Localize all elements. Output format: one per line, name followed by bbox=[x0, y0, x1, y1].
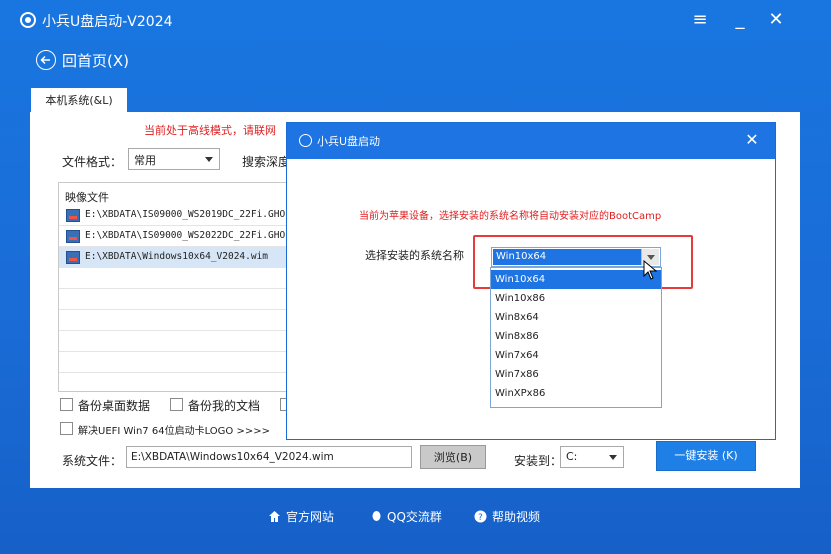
app-window: 小兵U盘启动-V2024 ≡ _ ✕ 回首页(X) 本机系统(&L) 当前处于高… bbox=[0, 0, 831, 554]
file-format-label: 文件格式： bbox=[62, 155, 123, 169]
system-name-dropdown: Win10x64 Win10x86 Win8x64 Win8x86 Win7x6… bbox=[490, 267, 662, 408]
selected-system: Win10x64 bbox=[493, 249, 641, 265]
dialog-logo-icon bbox=[299, 134, 312, 147]
bootcamp-dialog: 小兵U盘启动 ✕ 当前为苹果设备，选择安装的系统名称将自动安装对应的BootCa… bbox=[286, 122, 776, 440]
list-item[interactable]: E:\XBDATA\Windows10x64_V2024.wim bbox=[59, 247, 317, 268]
dialog-title-bar: 小兵U盘启动 ✕ bbox=[287, 123, 775, 159]
website-link[interactable]: 官方网站 bbox=[286, 508, 334, 525]
chevron-down-icon bbox=[609, 455, 617, 460]
dropdown-option[interactable]: Win10x86 bbox=[491, 289, 661, 308]
backup-desktop-checkbox[interactable] bbox=[60, 398, 73, 411]
qq-icon bbox=[372, 511, 381, 521]
title-bar: 小兵U盘启动-V2024 ≡ _ ✕ bbox=[0, 0, 831, 40]
qq-group-link[interactable]: QQ交流群 bbox=[387, 508, 442, 525]
offline-warning: 当前处于高线模式，请联网 bbox=[144, 124, 276, 137]
home-icon bbox=[269, 511, 280, 522]
dropdown-option[interactable]: WinXPx86 bbox=[491, 384, 661, 403]
help-icon: ? bbox=[474, 510, 487, 523]
close-icon[interactable]: ✕ bbox=[764, 8, 788, 32]
list-item[interactable] bbox=[59, 268, 317, 289]
install-to-label: 安装到： bbox=[514, 454, 563, 468]
svg-text:?: ? bbox=[478, 513, 483, 523]
list-item[interactable] bbox=[59, 289, 317, 310]
list-item[interactable] bbox=[59, 331, 317, 352]
dialog-close-icon[interactable]: ✕ bbox=[743, 131, 761, 149]
help-video-link[interactable]: 帮助视频 bbox=[492, 508, 540, 525]
tab-local-system[interactable]: 本机系统(&L) bbox=[31, 88, 127, 114]
file-format-select[interactable]: 常用 bbox=[128, 148, 220, 170]
disk-image-icon bbox=[66, 251, 80, 264]
mouse-cursor-icon bbox=[643, 260, 657, 280]
dropdown-option[interactable]: Win8x64 bbox=[491, 308, 661, 327]
app-logo-icon bbox=[20, 12, 36, 28]
dropdown-option[interactable]: Win7x64 bbox=[491, 346, 661, 365]
system-file-label: 系统文件： bbox=[62, 454, 123, 468]
back-arrow-icon bbox=[36, 50, 56, 70]
minimize-icon[interactable]: _ bbox=[728, 8, 752, 32]
chevron-down-icon bbox=[205, 157, 213, 162]
apple-device-warning: 当前为苹果设备，选择安装的系统名称将自动安装对应的BootCamp bbox=[359, 211, 662, 222]
dropdown-option[interactable]: Win8x86 bbox=[491, 327, 661, 346]
fix-uefi-label[interactable]: 解决UEFI Win7 64位启动卡LOGO >>>> bbox=[78, 422, 270, 437]
dropdown-option[interactable]: Win10x64 bbox=[491, 270, 661, 289]
backup-docs-checkbox[interactable] bbox=[170, 398, 183, 411]
fix-uefi-checkbox[interactable] bbox=[60, 422, 73, 435]
list-item[interactable] bbox=[59, 310, 317, 331]
list-item[interactable]: E:\XBDATA\IS09000_WS2022DC_22Fi.GHO bbox=[59, 226, 317, 247]
disk-image-icon bbox=[66, 230, 80, 243]
install-to-select[interactable]: C: bbox=[560, 446, 624, 468]
dropdown-option[interactable]: Win7x86 bbox=[491, 365, 661, 384]
search-depth-label: 搜索深度 bbox=[242, 155, 291, 169]
system-name-label: 选择安装的系统名称 bbox=[365, 249, 464, 262]
list-item[interactable] bbox=[59, 352, 317, 373]
backup-desktop-label: 备份桌面数据 bbox=[78, 399, 151, 413]
app-title: 小兵U盘启动-V2024 bbox=[42, 14, 173, 30]
menu-icon[interactable]: ≡ bbox=[688, 8, 712, 32]
one-click-install-button[interactable]: 一键安装 (K) bbox=[656, 441, 756, 471]
system-name-select[interactable]: Win10x64 bbox=[491, 247, 661, 267]
disk-image-icon bbox=[66, 209, 80, 222]
system-file-field[interactable]: E:\XBDATA\Windows10x64_V2024.wim bbox=[126, 446, 412, 468]
list-item[interactable]: E:\XBDATA\IS09000_WS2019DC_22Fi.GHO bbox=[59, 205, 317, 226]
browse-button[interactable]: 浏览(B) bbox=[420, 445, 486, 469]
backup-docs-label: 备份我的文档 bbox=[188, 399, 261, 413]
file-format-value: 常用 bbox=[134, 154, 156, 167]
dialog-title: 小兵U盘启动 bbox=[317, 135, 381, 148]
image-file-list[interactable]: 映像文件 E:\XBDATA\IS09000_WS2019DC_22Fi.GHO… bbox=[58, 182, 318, 392]
list-header: 映像文件 bbox=[65, 191, 109, 204]
back-label: 回首页(X) bbox=[62, 52, 129, 70]
install-to-value: C: bbox=[566, 450, 578, 463]
